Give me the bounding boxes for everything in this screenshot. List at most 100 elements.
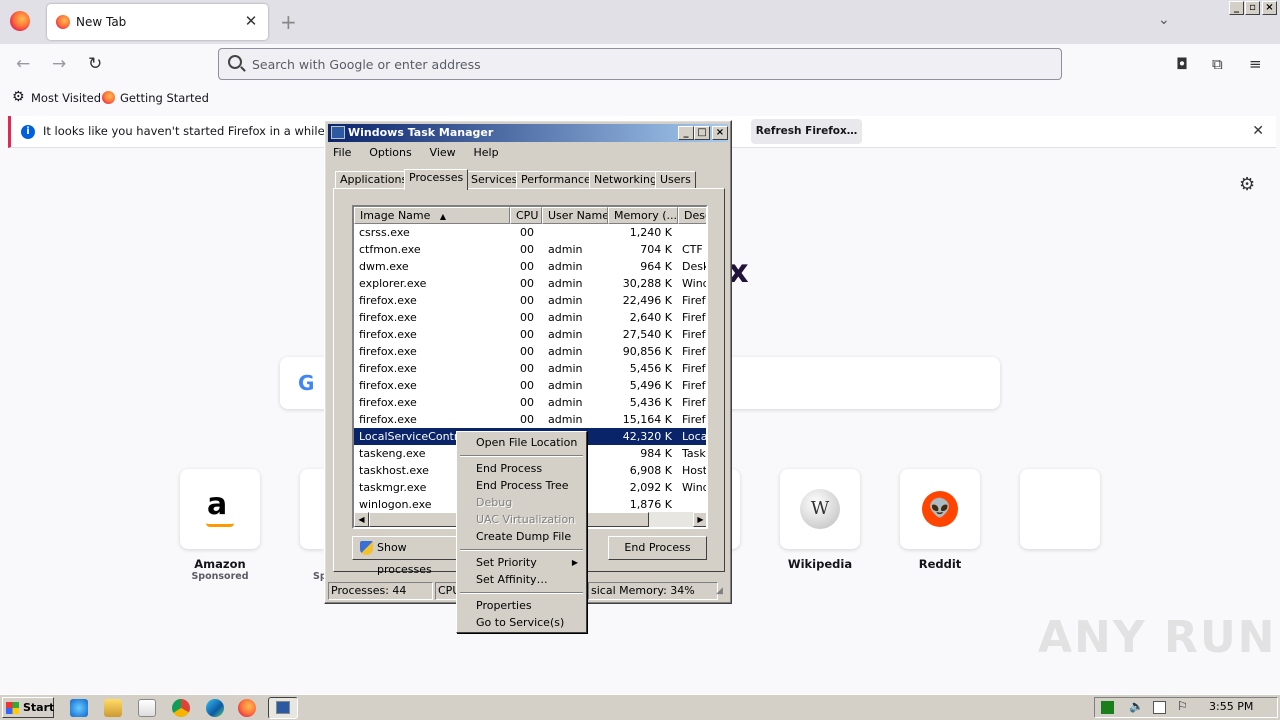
- process-row[interactable]: dwm.exe 00 admin 964 K Deskt: [354, 258, 706, 275]
- shortcut-tile-partial[interactable]: [300, 469, 324, 549]
- process-row[interactable]: ctfmon.exe 00 admin 704 K CTF L: [354, 241, 706, 258]
- reload-icon[interactable]: ↻: [88, 54, 102, 74]
- shortcut-tile-reddit[interactable]: 👽: [900, 469, 980, 549]
- menu-create-dump-file[interactable]: Create Dump File: [459, 528, 584, 545]
- menu-set-affinity[interactable]: Set Affinity…: [459, 571, 584, 588]
- firefox-taskbar-icon[interactable]: [238, 699, 256, 717]
- task-manager-titlebar[interactable]: Windows Task Manager _ □ ×: [328, 124, 728, 142]
- menu-end-process[interactable]: End Process: [459, 460, 584, 477]
- task-manager-app-icon: [331, 126, 345, 139]
- media-player-icon[interactable]: [138, 699, 156, 717]
- shortcut-tile-wikipedia[interactable]: W: [780, 469, 860, 549]
- shortcut-tile-empty[interactable]: [1020, 469, 1100, 549]
- tm-close-button[interactable]: ×: [712, 126, 728, 140]
- process-row[interactable]: firefox.exe 00 admin 27,540 K Firefo: [354, 326, 706, 343]
- process-name: ctfmon.exe: [359, 243, 421, 256]
- window-minimize-button[interactable]: _: [1229, 1, 1244, 15]
- wikipedia-globe-icon: W: [800, 489, 840, 529]
- window-close-button[interactable]: ×: [1262, 1, 1277, 15]
- tm-menu-help[interactable]: Help: [473, 146, 498, 159]
- process-description: Firefo: [682, 311, 706, 324]
- col-memory[interactable]: Memory (...: [608, 207, 678, 224]
- col-user-name[interactable]: User Name: [542, 207, 608, 224]
- process-memory: 22,496 K: [622, 294, 672, 307]
- process-row[interactable]: firefox.exe 00 admin 90,856 K Firefo: [354, 343, 706, 360]
- file-explorer-icon[interactable]: [104, 699, 122, 717]
- settings-gear-icon[interactable]: ⚙: [1239, 174, 1255, 195]
- task-manager-taskbar-button[interactable]: [268, 697, 298, 719]
- clock[interactable]: 3:55 PM: [1209, 700, 1253, 713]
- tab-users[interactable]: Users: [655, 171, 696, 189]
- menu-go-to-services[interactable]: Go to Service(s): [459, 614, 584, 631]
- process-row[interactable]: csrss.exe 00 1,240 K: [354, 224, 706, 241]
- gear-bookmark-icon: ⚙: [12, 89, 25, 105]
- process-description: Host: [682, 464, 708, 477]
- back-arrow-icon[interactable]: ←: [16, 54, 30, 74]
- process-row[interactable]: firefox.exe 00 admin 15,164 K Firefo: [354, 411, 706, 428]
- notification-close-icon[interactable]: ✕: [1252, 123, 1264, 139]
- menu-end-process-tree[interactable]: End Process Tree: [459, 477, 584, 494]
- resize-grip-icon[interactable]: ◢: [716, 586, 723, 596]
- url-bar[interactable]: Search with Google or enter address: [218, 48, 1062, 80]
- process-memory: 90,856 K: [622, 345, 672, 358]
- tab-new-tab[interactable]: New Tab ✕: [47, 4, 268, 40]
- bookmark-getting-started[interactable]: Getting Started: [120, 91, 209, 105]
- tm-menu-view[interactable]: View: [430, 146, 456, 159]
- forward-arrow-icon[interactable]: →: [52, 54, 66, 74]
- tab-close-icon[interactable]: ✕: [242, 12, 260, 30]
- extensions-puzzle-icon[interactable]: ⧉: [1212, 55, 1223, 73]
- process-memory: 27,540 K: [622, 328, 672, 341]
- internet-explorer-icon[interactable]: [70, 699, 88, 717]
- menu-properties[interactable]: Properties: [459, 597, 584, 614]
- action-center-flag-icon[interactable]: ⚐: [1177, 699, 1190, 713]
- scroll-left-icon[interactable]: ◀: [354, 512, 369, 527]
- show-all-processes-button[interactable]: Show processes: [352, 536, 462, 576]
- submenu-arrow-icon: ▶: [571, 558, 578, 567]
- process-name: firefox.exe: [359, 328, 417, 341]
- shortcut-label-wikipedia: Wikipedia: [787, 557, 853, 571]
- process-row[interactable]: firefox.exe 00 admin 5,456 K Firefo: [354, 360, 706, 377]
- menu-open-file-location[interactable]: Open File Location: [459, 434, 584, 451]
- process-description: Wind: [682, 481, 708, 494]
- tm-menu-file[interactable]: File: [333, 146, 351, 159]
- hamburger-menu-icon[interactable]: ≡: [1249, 55, 1262, 73]
- network-icon[interactable]: [1153, 701, 1166, 714]
- process-row[interactable]: firefox.exe 00 admin 2,640 K Firefo: [354, 309, 706, 326]
- tray-status-icon[interactable]: [1101, 701, 1114, 714]
- process-cpu: 00: [520, 362, 534, 375]
- list-all-tabs-chevron-icon[interactable]: ⌄: [1158, 12, 1170, 28]
- process-row[interactable]: firefox.exe 00 admin 22,496 K Firefo: [354, 292, 706, 309]
- tab-applications[interactable]: Applications: [335, 171, 413, 189]
- process-memory: 42,320 K: [622, 430, 672, 443]
- window-restore-button[interactable]: ▫: [1245, 1, 1260, 15]
- pocket-icon[interactable]: ◘: [1176, 55, 1188, 73]
- refresh-firefox-button[interactable]: Refresh Firefox…: [751, 119, 862, 144]
- end-process-button[interactable]: End Process: [608, 536, 707, 560]
- edge-icon[interactable]: [206, 699, 224, 717]
- tm-maximize-button[interactable]: □: [694, 126, 710, 140]
- menu-set-priority[interactable]: Set Priority ▶: [459, 554, 584, 571]
- firefox-logo-icon[interactable]: [10, 11, 30, 31]
- shortcut-tile-amazon[interactable]: a: [180, 469, 260, 549]
- tab-networking[interactable]: Networking: [589, 171, 662, 189]
- process-row[interactable]: firefox.exe 00 admin 5,496 K Firefo: [354, 377, 706, 394]
- tab-processes[interactable]: Processes: [404, 169, 469, 190]
- tm-menu-options[interactable]: Options: [369, 146, 411, 159]
- bookmark-most-visited[interactable]: Most Visited: [31, 91, 101, 105]
- tab-performance[interactable]: Performance: [516, 171, 596, 189]
- col-image-name[interactable]: Image Name ▲: [354, 207, 510, 224]
- info-icon: i: [21, 125, 35, 139]
- tab-services[interactable]: Services: [466, 171, 523, 189]
- col-cpu[interactable]: CPU: [510, 207, 542, 224]
- chrome-icon[interactable]: [172, 699, 190, 717]
- process-row[interactable]: explorer.exe 00 admin 30,288 K Wind: [354, 275, 706, 292]
- status-memory: sical Memory: 34%: [588, 582, 718, 600]
- windows-flag-icon: [6, 702, 19, 714]
- start-button[interactable]: Start: [2, 697, 54, 718]
- tm-minimize-button[interactable]: _: [678, 126, 694, 140]
- col-description[interactable]: Desc: [678, 207, 706, 224]
- scroll-right-icon[interactable]: ▶: [693, 512, 706, 527]
- process-row[interactable]: firefox.exe 00 admin 5,436 K Firefo: [354, 394, 706, 411]
- volume-icon[interactable]: 🔈: [1129, 699, 1144, 713]
- new-tab-plus-icon[interactable]: +: [280, 10, 297, 34]
